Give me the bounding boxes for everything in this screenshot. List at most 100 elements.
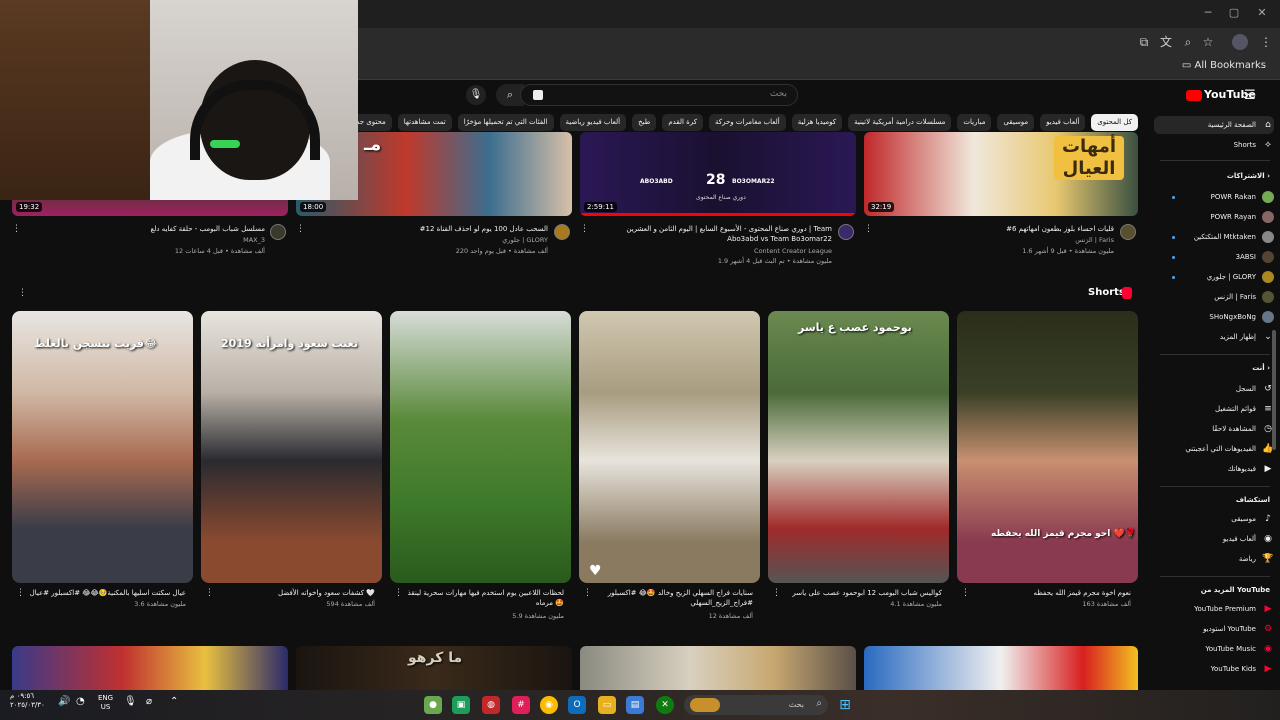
sidebar-item-playlists[interactable]: ≡ قوائم التشغيل [1154,400,1274,418]
app-icon-steam[interactable]: ● [424,696,442,714]
minimize-icon[interactable]: ─ [1198,6,1218,22]
video-thumbnail[interactable] [12,646,288,692]
short-card[interactable]: بوحمود عصب ع ياسر [768,311,949,583]
app-icon-media[interactable]: ▣ [452,696,470,714]
zoom-icon[interactable]: ⌕ [1180,34,1196,50]
chip[interactable]: كوميديا هزلية [791,114,843,131]
short-title[interactable]: كواليس شباب البومب 12 ابوحمود عصب على يا… [782,588,942,598]
chip[interactable]: ألعاب فيديو رياضية [559,114,627,131]
xbox-icon[interactable]: ✕ [656,696,674,714]
close-icon[interactable]: ✕ [1252,6,1272,22]
chevron-up-icon[interactable]: ⌃ [170,696,178,707]
shelf-more-options-icon[interactable]: ⋮ [18,288,27,298]
video-thumbnail[interactable] [580,646,856,692]
chip[interactable]: تمت مشاهدتها [397,114,452,131]
sidebar-item-home[interactable]: ⌂ الصفحة الرئيسية [1154,116,1274,134]
keyboard-icon[interactable] [533,90,543,100]
search-input[interactable]: بحث [520,84,798,106]
sidebar-item-shorts[interactable]: ⟡ Shorts [1154,136,1274,154]
chrome-icon[interactable]: ◉ [540,696,558,714]
sidebar-item-liked[interactable]: 👍 الفيديوهات التي أعجبتني [1154,440,1274,458]
sidebar-item-studio[interactable]: ⚙ استوديو YouTube [1154,620,1274,638]
short-card[interactable]: ♥ [579,311,760,583]
language-indicator[interactable]: ENG US [98,694,113,712]
video-thumbnail[interactable]: أمهات العيال 32:19 [864,132,1138,216]
video-title[interactable]: #12 السحب عادل 100 يوم لو احذف القناة [310,224,548,234]
channel-name[interactable]: جلوري | GLORY [310,236,548,245]
short-card[interactable]: احو مجرم قيمز الله يحفظه ❤️🌹 [957,311,1138,583]
menu-icon[interactable]: ☰ [1244,88,1256,103]
sidebar-show-more[interactable]: ⌄ إظهار المزيد [1154,328,1274,346]
more-options-icon[interactable]: ⋮ [583,588,592,598]
chip[interactable]: موسيقى [997,114,1035,131]
short-card[interactable]: قريت تنسجن بالغلط😂 [12,311,193,583]
short-title[interactable]: كشفات سعود واخواته الأفضل 🤍 [215,588,375,598]
file-explorer-icon[interactable]: ▭ [598,696,616,714]
video-title[interactable]: مسلسل شباب البومب - حلقة كفايه دلع [40,224,266,234]
sidebar-item-premium[interactable]: ▶ YouTube Premium [1154,600,1274,618]
chip[interactable]: الفئات التي تم تحميلها مؤخرًا [457,114,554,131]
sidebar-item-sports[interactable]: 🏆 رياضة [1154,550,1274,568]
sidebar-item-gaming[interactable]: ◉ ألعاب فيديو [1154,530,1274,548]
voice-search-icon[interactable]: 🎙 [466,85,486,105]
sidebar-item-kids[interactable]: ▶ YouTube Kids [1154,660,1274,678]
video-thumbnail[interactable]: ما كرهو [296,646,572,692]
short-title[interactable]: نعوم اخوة مجرم قيمز الله يحفظه [971,588,1131,598]
short-title[interactable]: عيال سكتت اسليها بالمكنية🥺😂😂 #اكسبلور #ع… [26,588,186,598]
sidebar-item-watch-later[interactable]: ◷ المشاهدة لاحقًا [1154,420,1274,438]
video-thumbnail[interactable]: ABO3ABD 28 BO3OMAR22 دوري صناع المحتوى 2… [580,132,856,216]
video-thumbnail[interactable] [864,646,1138,692]
maximize-icon[interactable]: ▢ [1224,6,1244,22]
channel-avatar[interactable] [838,224,854,240]
sidebar-sub-item[interactable]: POWR Rayan [1154,208,1274,226]
heart-icon[interactable]: ♥ [589,563,602,579]
sidebar-item-history[interactable]: ↺ السجل [1154,380,1274,398]
channel-name[interactable]: MAX_3 [40,236,265,245]
sidebar-sub-item[interactable]: SHoNgxBoNg [1154,308,1274,326]
more-options-icon[interactable]: ⋮ [961,588,970,598]
profile-avatar[interactable] [1232,34,1248,50]
short-card[interactable] [390,311,571,583]
chip[interactable]: ألعاب مغامرات وحركة [709,114,786,131]
sidebar-item-music-app[interactable]: ◉ YouTube Music [1154,640,1274,658]
windows-start-icon[interactable]: ⊞ [836,696,854,714]
volume-icon[interactable]: 🔊 [58,696,70,707]
sidebar-sub-item[interactable]: الزنس | Faris [1154,288,1274,306]
chip[interactable]: مباريات [957,114,992,131]
more-options-icon[interactable]: ⋮ [864,224,873,234]
short-card[interactable]: 2019 تعنت سعود وامرأته [201,311,382,583]
chip[interactable]: ألعاب فيديو [1040,114,1086,131]
you-heading[interactable]: أنت › [1252,364,1270,372]
channel-avatar[interactable] [270,224,286,240]
more-options-icon[interactable]: ⋮ [772,588,781,598]
subscriptions-heading[interactable]: الاشتراكات › [1227,172,1270,180]
translate-icon[interactable]: 文 [1158,34,1174,50]
network-icon[interactable]: ◔ [76,696,85,707]
more-options-icon[interactable]: ⋮ [580,224,589,234]
channel-avatar[interactable] [1120,224,1136,240]
chip[interactable]: كرة القدم [662,114,704,131]
chip[interactable]: مسلسلات درامية أمريكية لاتينية [848,114,952,131]
sidebar-scrollbar[interactable] [1272,330,1276,450]
more-menu-icon[interactable]: ⋮ [1258,34,1274,50]
channel-avatar[interactable] [554,224,570,240]
photos-icon[interactable]: ▤ [626,696,644,714]
app-icon-chat[interactable]: ◍ [482,696,500,714]
chip-all[interactable]: كل المحتوى [1091,114,1138,131]
more-options-icon[interactable]: ⋮ [16,588,25,598]
sidebar-item-your-videos[interactable]: ▶ فيديوهاتك [1154,460,1274,478]
taskbar-search-input[interactable]: بحث ⌕ [684,695,828,715]
bookmark-star-icon[interactable]: ☆ [1200,34,1216,50]
more-options-icon[interactable]: ⋮ [205,588,214,598]
more-options-icon[interactable]: ⋮ [12,224,21,234]
short-title[interactable]: لحظات اللاعبين يوم استخدم فيها مهارات سح… [404,588,564,608]
microphone-icon[interactable]: 🎙 [124,696,137,707]
outlook-icon[interactable]: O [568,696,586,714]
more-options-icon[interactable]: ⋮ [296,224,305,234]
app-icon-slack[interactable]: # [512,696,530,714]
channel-name[interactable]: الزنس | Faris [878,236,1114,245]
all-bookmarks-link[interactable]: ▭ All Bookmarks [1182,60,1266,71]
camera-off-icon[interactable]: ⌀ [146,696,152,707]
short-title[interactable]: سنايات فراج السهلي الزيح وخالد 🤩😂 #اكسبل… [593,588,753,608]
taskbar-clock[interactable]: ٠٩:٥٦ م ٢٠٢٥/٠٣/٣٠ [10,692,45,710]
